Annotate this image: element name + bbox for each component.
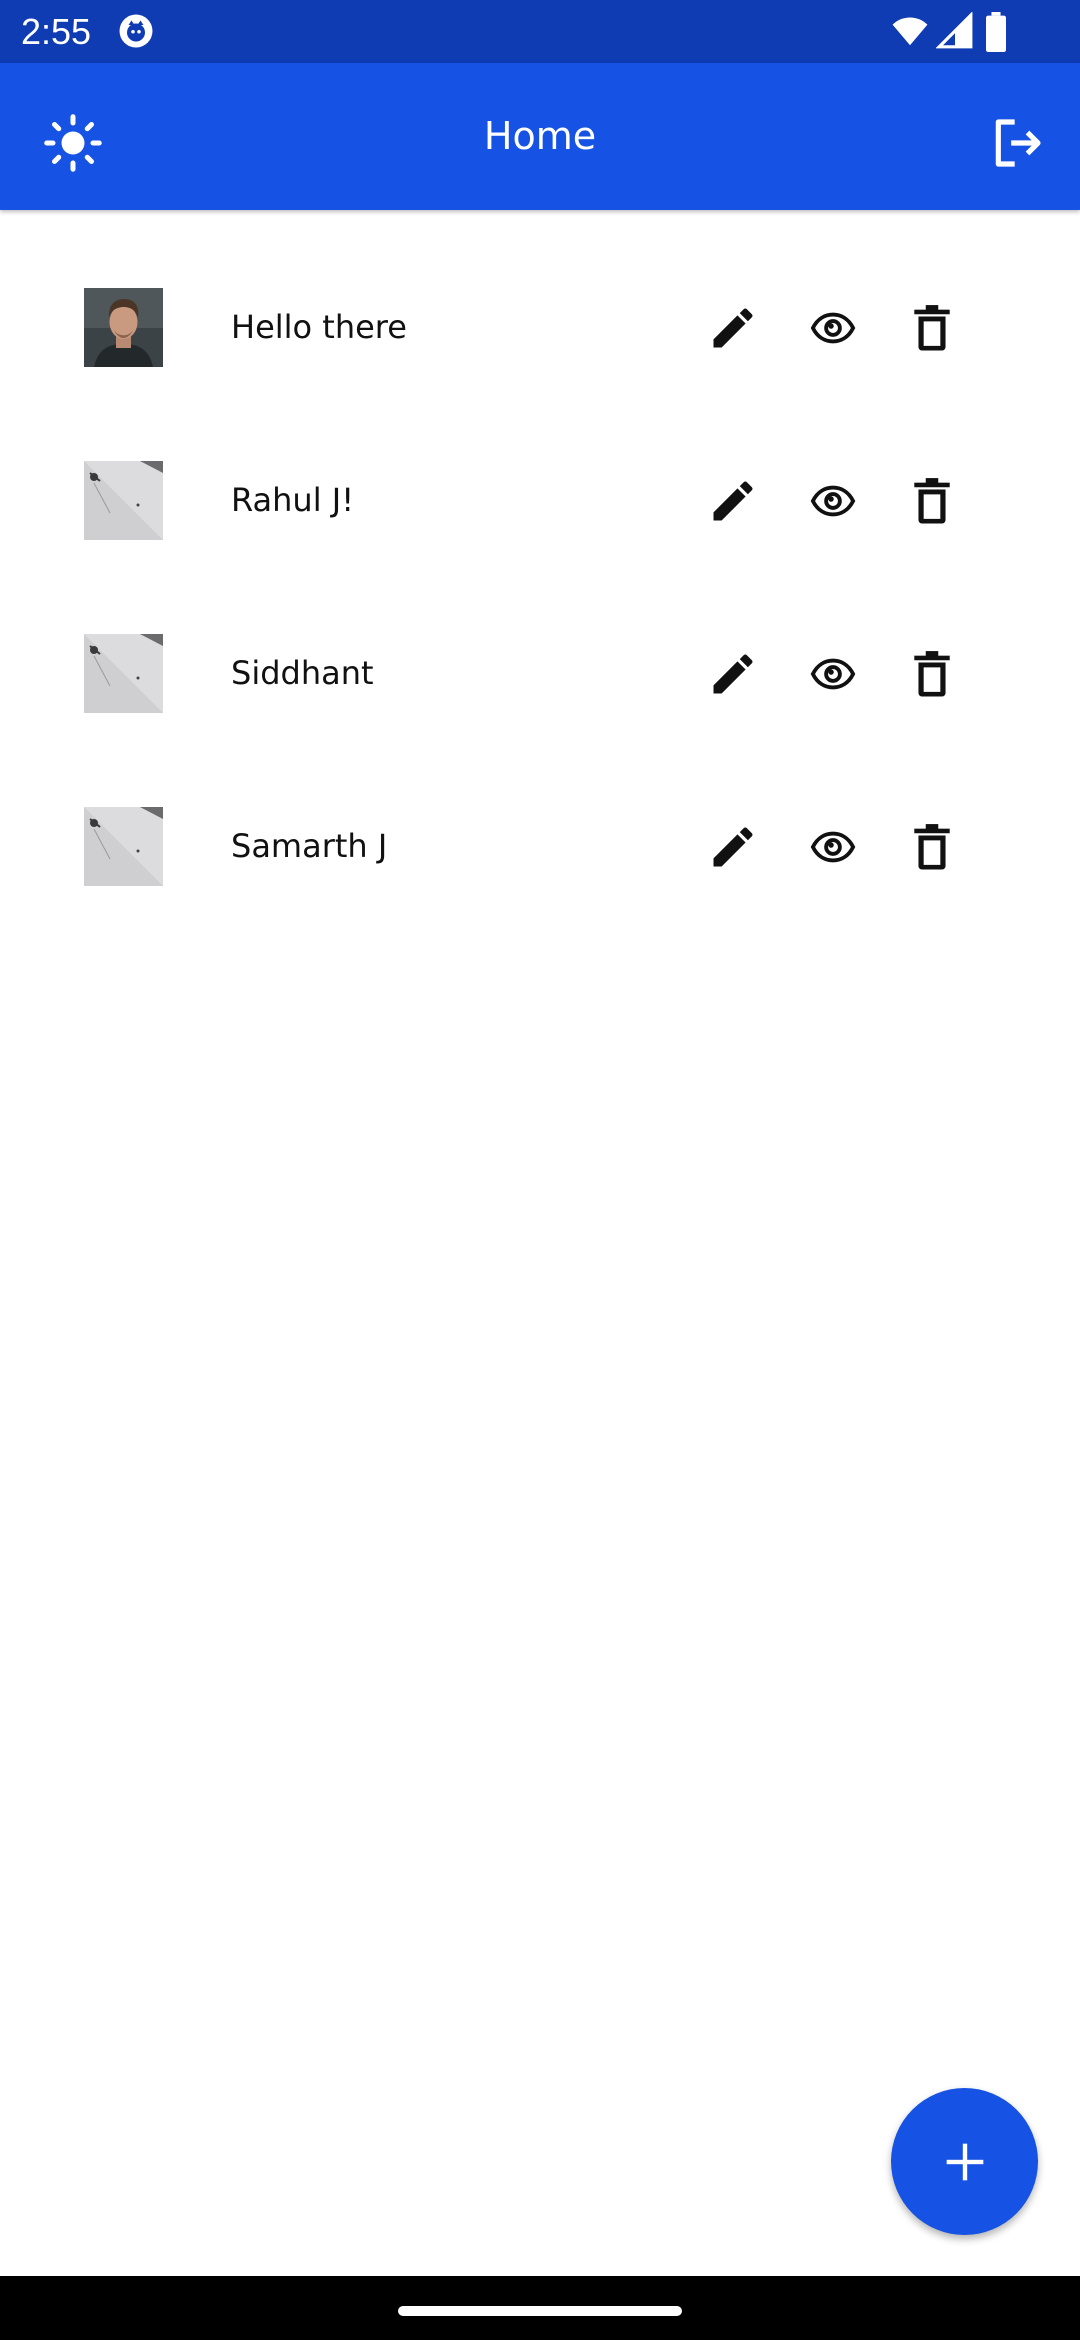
edit-button[interactable] (695, 463, 771, 539)
pencil-icon (713, 654, 753, 694)
view-button[interactable] (795, 463, 871, 539)
item-name: Siddhant (231, 654, 374, 692)
edit-button[interactable] (695, 290, 771, 366)
add-button[interactable] (891, 2088, 1038, 2235)
trash-icon (914, 478, 950, 524)
eye-icon (810, 831, 856, 863)
status-bar: 2:55 (0, 0, 1080, 63)
gray-photo (84, 461, 163, 540)
trash-icon (914, 824, 950, 870)
eye-icon (810, 658, 856, 690)
eye-icon (810, 312, 856, 344)
list-item[interactable]: Rahul J! (0, 461, 1080, 634)
signal-icon (936, 12, 973, 49)
portrait-photo (84, 288, 163, 367)
page-title: Home (483, 114, 597, 158)
status-time: 2:55 (21, 11, 92, 52)
view-button[interactable] (795, 636, 871, 712)
item-list: Hello there Rahul J! Siddhant Samarth J (0, 210, 1080, 980)
delete-button[interactable] (894, 636, 970, 712)
delete-button[interactable] (894, 290, 970, 366)
delete-button[interactable] (894, 463, 970, 539)
navigation-bar (0, 2276, 1080, 2340)
trash-icon (914, 305, 950, 351)
pencil-icon (713, 827, 753, 867)
app-notification-icon (119, 14, 153, 48)
list-item[interactable]: Siddhant (0, 634, 1080, 807)
view-button[interactable] (795, 809, 871, 885)
trash-icon (914, 651, 950, 697)
home-indicator[interactable] (398, 2306, 682, 2316)
pencil-icon (713, 308, 753, 348)
pencil-icon (713, 481, 753, 521)
plus-icon (946, 2143, 983, 2180)
eye-icon (810, 485, 856, 517)
gray-photo (84, 634, 163, 713)
logout-icon (995, 119, 1041, 167)
gray-photo (84, 807, 163, 886)
view-button[interactable] (795, 290, 871, 366)
delete-button[interactable] (894, 809, 970, 885)
item-name: Rahul J! (231, 481, 355, 519)
item-name: Samarth J (231, 827, 388, 865)
wifi-icon (892, 17, 928, 46)
app-bar: Home (0, 63, 1080, 210)
battery-icon (986, 12, 1006, 52)
edit-button[interactable] (695, 809, 771, 885)
list-item[interactable]: Hello there (0, 288, 1080, 461)
logout-button[interactable] (972, 100, 1062, 186)
edit-button[interactable] (695, 636, 771, 712)
item-name: Hello there (231, 308, 407, 346)
list-item[interactable]: Samarth J (0, 807, 1080, 980)
